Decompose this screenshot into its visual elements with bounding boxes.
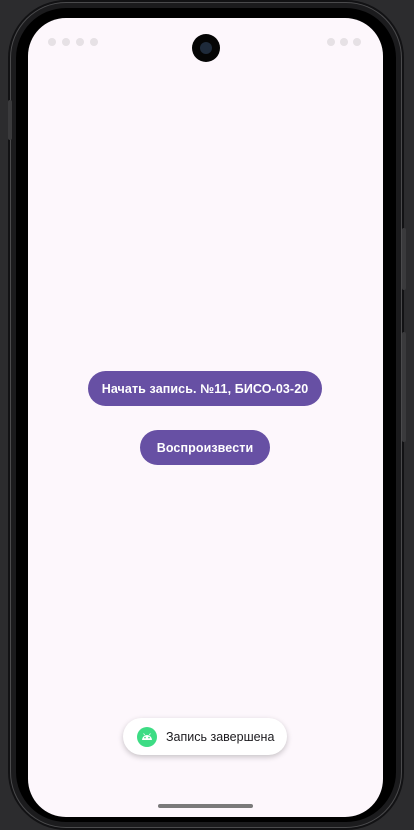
app-screen: Начать запись. №11, БИСО-03-20 Воспроизв… bbox=[28, 18, 383, 817]
android-icon bbox=[137, 726, 157, 747]
side-key-left bbox=[8, 100, 12, 140]
front-camera bbox=[192, 34, 220, 62]
volume-key bbox=[402, 228, 406, 290]
gesture-nav-handle[interactable] bbox=[158, 804, 253, 808]
start-recording-button[interactable]: Начать запись. №11, БИСО-03-20 bbox=[88, 371, 322, 406]
status-icons-right bbox=[327, 38, 361, 46]
android-head-glyph bbox=[142, 733, 152, 740]
power-key bbox=[402, 332, 406, 442]
play-button[interactable]: Воспроизвести bbox=[140, 430, 270, 465]
status-bar bbox=[28, 18, 383, 64]
toast-message: Запись завершена bbox=[166, 729, 275, 744]
toast-notification: Запись завершена bbox=[123, 718, 287, 755]
status-icons-left bbox=[48, 38, 98, 46]
